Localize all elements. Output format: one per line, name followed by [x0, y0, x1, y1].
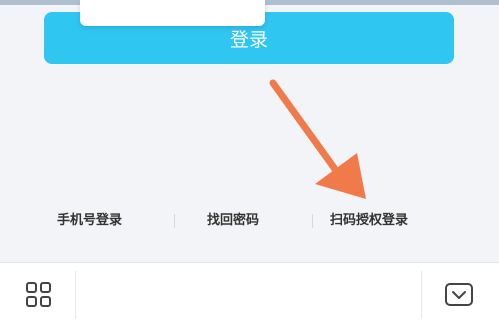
- collapse-keyboard-icon: [445, 283, 473, 306]
- divider: [174, 214, 175, 228]
- scan-authorize-login-link[interactable]: 扫码授权登录: [330, 208, 408, 234]
- login-options-row: 手机号登录 找回密码 扫码授权登录: [0, 208, 499, 234]
- divider: [312, 214, 313, 228]
- text-input-area[interactable]: [75, 271, 422, 319]
- grid-icon: [26, 282, 51, 307]
- bottom-bar: [0, 262, 499, 327]
- collapse-keyboard-button[interactable]: [444, 281, 474, 309]
- grid-menu-button[interactable]: [24, 280, 54, 310]
- login-button-label: 登录: [229, 28, 268, 51]
- popup-card: [80, 0, 265, 26]
- phone-login-link[interactable]: 手机号登录: [57, 208, 122, 234]
- recover-password-link[interactable]: 找回密码: [207, 208, 259, 234]
